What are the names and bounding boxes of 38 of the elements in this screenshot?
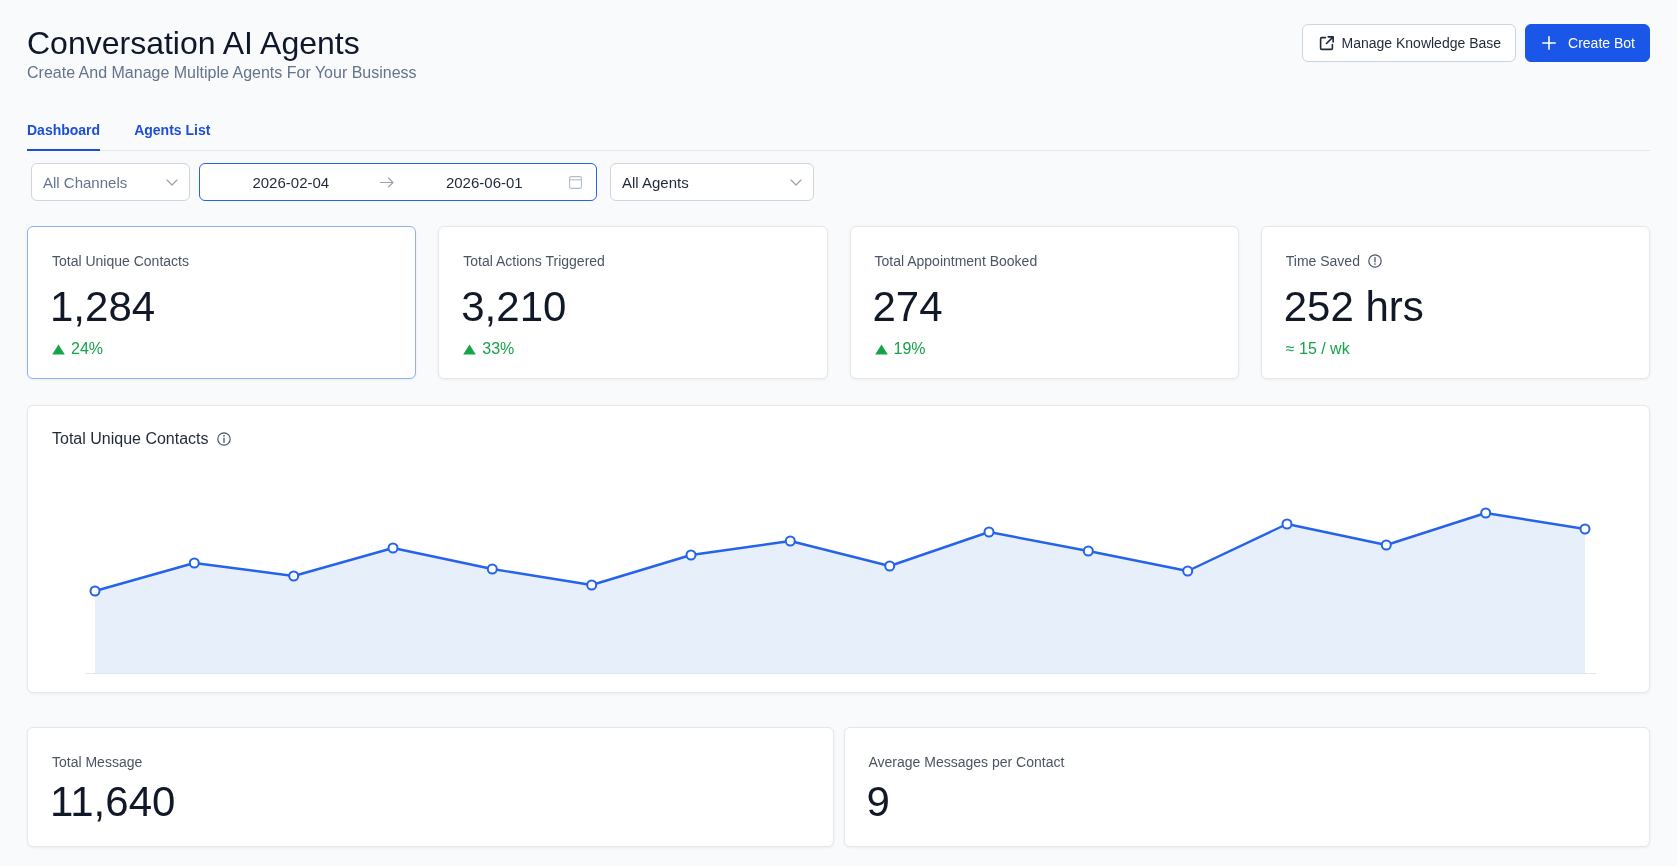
stat-value: 274 [872,283,944,331]
stat-value: 3,210 [461,283,568,331]
stat-label: Total Unique Contacts [52,252,189,270]
summary-label: Total Message [52,753,144,771]
stat-label: Total Appointment Booked [874,252,1038,270]
page-title: Conversation AI Agents [27,24,361,62]
chevron-down-icon [790,178,802,186]
stat-value: 1,284 [50,283,157,331]
stat-label: Time Saved [1285,252,1360,270]
page-subtitle: Create And Manage Multiple Agents For Your Business [27,63,417,83]
stat-card[interactable]: Total Unique Contacts 1,284 24% [27,226,417,379]
date-range-picker[interactable]: 2026-02-04 2026-06-01 [199,163,597,201]
stat-change: 24% [71,339,104,359]
stat-change: 19% [893,339,926,359]
create-bot-button[interactable]: Create Bot [1525,24,1650,62]
stat-card[interactable]: Total Appointment Booked 274 19% [849,226,1239,379]
arrow-right-icon [379,176,394,188]
stat-label: Total Actions Triggered [463,252,605,270]
calendar-icon [569,175,582,189]
stat-change: 33% [482,339,515,359]
channel-select[interactable]: All Channels [31,163,190,201]
stat-value: 252 hrs [1283,283,1425,331]
summary-value: 11,640 [50,778,177,826]
chevron-down-icon [166,178,178,186]
tab[interactable]: Agents List [134,120,211,151]
stat-card[interactable]: Total Actions Triggered 3,210 33% [438,226,828,379]
external-link-icon [1318,35,1334,51]
manage-knowledge-base-button[interactable]: Manage Knowledge Base [1301,24,1517,62]
tab[interactable]: Dashboard [27,120,101,151]
summary-label: Average Messages per Contact [868,753,1066,771]
stat-note: ≈ 15 / wk [1285,339,1350,359]
end-date-field[interactable]: 2026-06-01 [399,173,569,191]
start-date-field[interactable]: 2026-02-04 [212,173,370,191]
summary-value: 9 [866,778,891,826]
plus-icon [1542,36,1557,50]
agent-select[interactable]: All Agents [610,163,814,201]
stat-card[interactable]: Time Saved 252 hrs ≈ 15 / wk [1260,226,1650,379]
chart-title: Total Unique Contacts [52,429,209,449]
